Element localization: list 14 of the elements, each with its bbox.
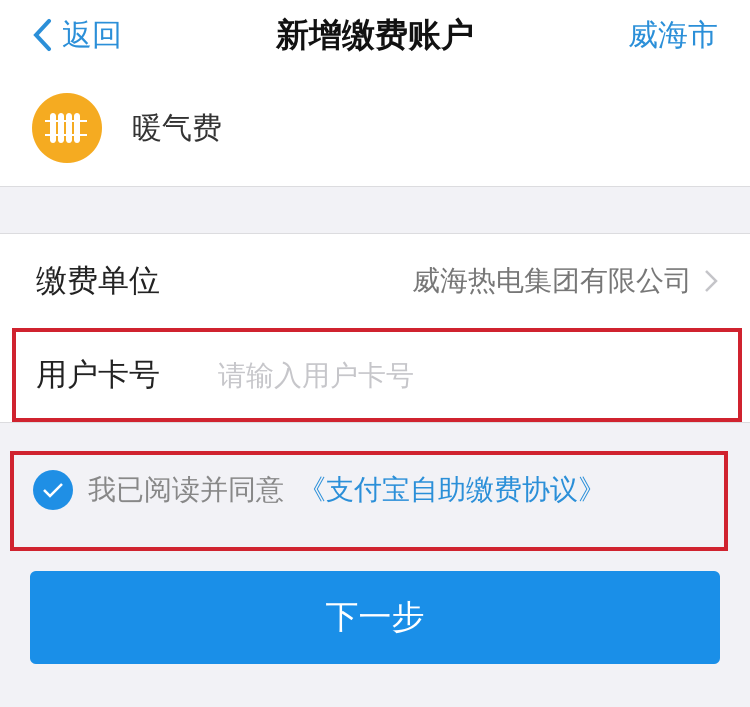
agreement-link[interactable]: 《支付宝自助缴费协议》 [298, 471, 606, 509]
chevron-right-icon [704, 269, 718, 293]
back-button[interactable]: 返回 [32, 14, 122, 56]
field-label: 用户卡号 [36, 356, 161, 395]
city-button[interactable]: 威海市 [628, 14, 718, 56]
agreement-text: 我已阅读并同意 [88, 472, 284, 508]
category-name: 暖气费 [132, 110, 222, 148]
input-field[interactable]: 请输入用户卡号 [216, 349, 718, 401]
chevron-left-icon [32, 18, 52, 52]
page-title: 新增缴费账户 [276, 14, 474, 56]
checkbox[interactable] [32, 469, 74, 511]
next-button[interactable]: 下一步 [30, 571, 720, 664]
payee-select[interactable]: 缴费单位 威海热电集团有限公司 [16, 238, 738, 324]
radiator-icon [32, 93, 102, 163]
